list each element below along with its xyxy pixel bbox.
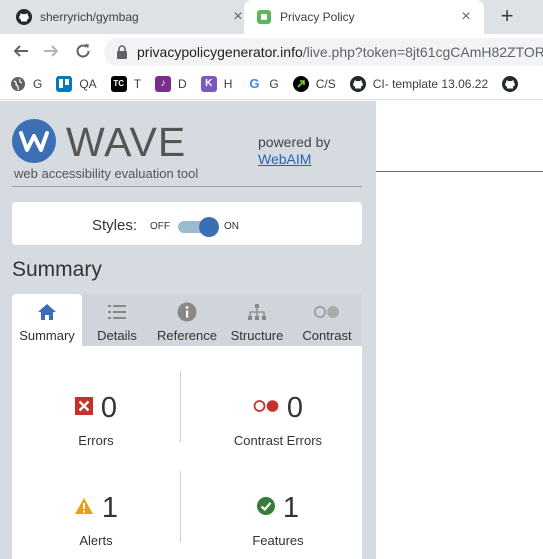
error-icon <box>74 396 93 420</box>
close-icon[interactable]: × <box>458 9 474 25</box>
bookmarks-bar: G QA TC T ♪ D K H G G C/S CI- template 1… <box>0 68 543 100</box>
bookmark-item[interactable]: K H <box>200 75 232 92</box>
github-icon <box>502 75 519 92</box>
trello-icon <box>56 75 73 92</box>
tab-contrast[interactable]: Contrast <box>292 294 362 346</box>
contrast-icon <box>292 302 362 322</box>
divider <box>180 471 181 542</box>
tab-privacy-policy[interactable]: Privacy Policy × <box>244 0 484 34</box>
wave-logo-text: WAVE <box>66 119 187 165</box>
info-icon <box>152 302 222 322</box>
tab-title: sherryrich/gymbag <box>40 10 139 24</box>
tab-reference[interactable]: Reference <box>152 294 222 346</box>
back-arrow-icon <box>13 45 28 57</box>
bookmark-item[interactable] <box>502 75 525 92</box>
page-content-area <box>376 101 543 559</box>
forward-button[interactable] <box>40 40 62 62</box>
page-divider-line <box>376 171 543 172</box>
address-bar[interactable]: privacypolicygenerator.info/live.php?tok… <box>104 38 543 66</box>
tab-structure[interactable]: Structure <box>222 294 292 346</box>
url-host: privacypolicygenerator.info <box>137 44 303 60</box>
alert-icon <box>74 497 94 520</box>
bookmark-item[interactable]: QA <box>56 75 97 92</box>
bookmark-item[interactable]: G <box>10 76 42 92</box>
powered-by-label: powered by <box>258 134 331 150</box>
styles-toggle-box: Styles: OFF ON <box>12 202 362 245</box>
contrast-error-icon <box>253 399 279 418</box>
browser-tab-strip: sherryrich/gymbag × Privacy Policy × + <box>0 0 543 34</box>
tc-icon: TC <box>110 75 127 92</box>
github-icon <box>16 9 32 25</box>
url-path: /live.php?token=8jt61cgCAmH82ZTOR <box>302 44 543 60</box>
browser-toolbar: privacypolicygenerator.info/live.php?tok… <box>0 34 543 68</box>
errors-stat[interactable]: 0 Errors <box>12 391 180 448</box>
errors-count: 0 <box>100 391 118 424</box>
webaim-link[interactable]: WebAIM <box>258 151 311 167</box>
back-button[interactable] <box>10 40 32 62</box>
styles-label: Styles: <box>92 217 138 234</box>
wave-tagline: web accessibility evaluation tool <box>14 166 199 181</box>
contrast-errors-label: Contrast Errors <box>233 433 323 448</box>
tab-summary[interactable]: Summary <box>12 294 82 346</box>
page-favicon <box>256 9 272 25</box>
tab-gymbag[interactable]: sherryrich/gymbag × <box>16 0 246 34</box>
tab-details[interactable]: Details <box>82 294 152 346</box>
bookmark-item[interactable]: ♪ D <box>155 75 187 92</box>
bookmark-item[interactable]: TC T <box>110 75 141 92</box>
lock-icon <box>116 45 128 59</box>
forward-arrow-icon <box>44 45 59 57</box>
reload-button[interactable] <box>72 40 94 62</box>
wave-sidebar: WAVE web accessibility evaluation tool p… <box>0 101 376 559</box>
contrast-errors-stat[interactable]: 0 Contrast Errors <box>194 391 362 449</box>
feature-check-icon <box>256 496 275 520</box>
github-icon <box>349 75 366 92</box>
google-icon: G <box>249 76 260 91</box>
errors-label: Errors <box>78 433 114 448</box>
contrast-errors-count: 0 <box>286 391 304 424</box>
styles-off-label[interactable]: OFF <box>150 221 170 232</box>
summary-panel: 0 Errors 0 Contrast Errors 1 Alerts 1 Fe… <box>12 346 362 559</box>
d-app-icon: ♪ <box>155 75 172 92</box>
features-stat[interactable]: 1 Features <box>194 491 362 549</box>
wave-tabs: Summary Details Reference Structure Cont… <box>12 294 362 346</box>
new-tab-button[interactable]: + <box>496 5 518 28</box>
alerts-stat[interactable]: 1 Alerts <box>12 491 180 548</box>
summary-heading: Summary <box>12 258 102 281</box>
alerts-count: 1 <box>101 491 119 524</box>
sitemap-icon <box>222 302 292 322</box>
h-app-icon: K <box>200 75 217 92</box>
cs-icon <box>292 75 309 92</box>
features-count: 1 <box>282 491 300 524</box>
divider <box>180 371 181 442</box>
styles-on-label[interactable]: ON <box>224 221 239 232</box>
list-icon <box>82 302 152 322</box>
styles-switch-knob[interactable] <box>199 217 219 237</box>
bookmark-item[interactable]: C/S <box>292 75 336 92</box>
features-label: Features <box>252 533 304 548</box>
wave-logo-icon <box>12 119 56 163</box>
bookmark-item[interactable]: G G <box>246 76 278 92</box>
tab-title: Privacy Policy <box>280 10 355 24</box>
bookmark-item[interactable]: CI- template 13.06.22 <box>349 75 488 92</box>
globe-icon <box>10 76 26 92</box>
reload-icon <box>76 44 90 58</box>
alerts-label: Alerts <box>79 533 113 548</box>
home-icon <box>12 302 82 322</box>
divider <box>12 186 362 187</box>
